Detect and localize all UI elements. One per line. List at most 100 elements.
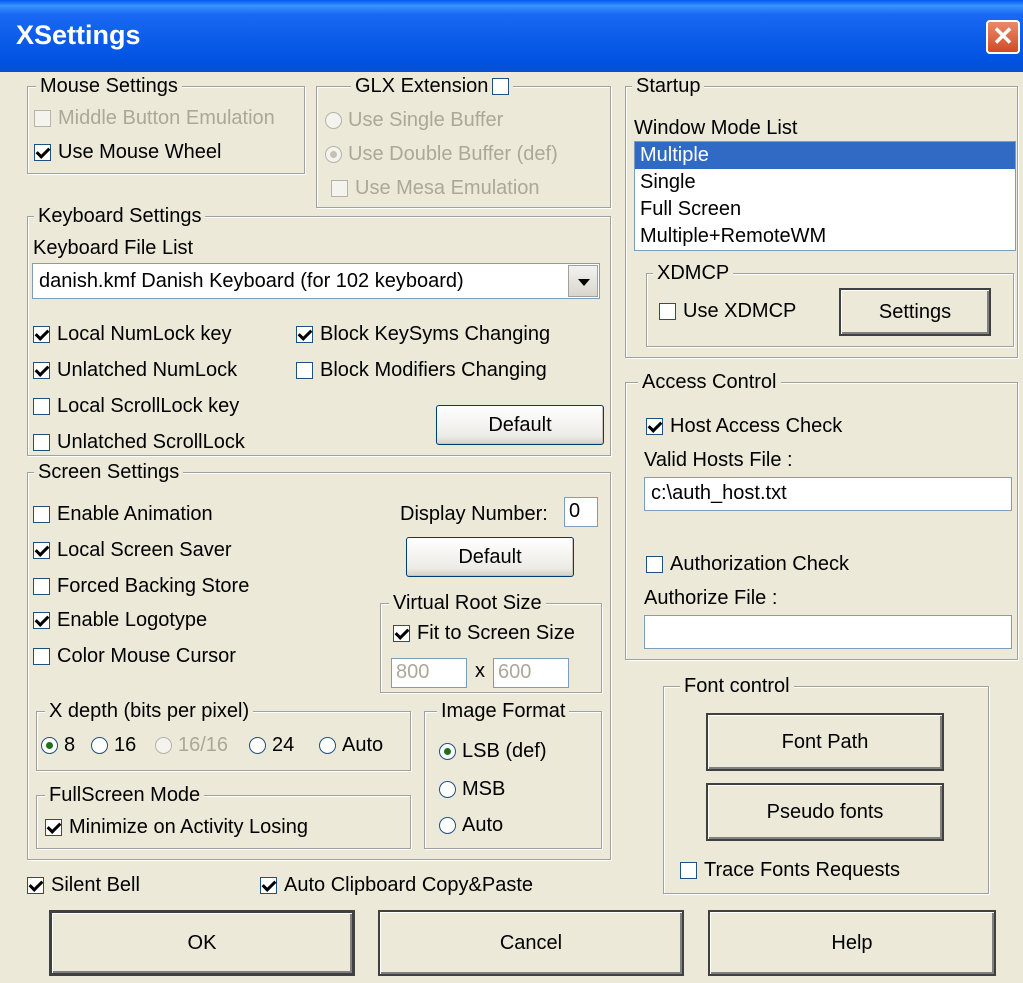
display-number-input[interactable]: 0 xyxy=(564,497,598,527)
window-mode-option[interactable]: Full Screen xyxy=(635,196,1015,223)
cancel-label: Cancel xyxy=(499,931,563,954)
color-mouse-cursor-label: Color Mouse Cursor xyxy=(57,645,236,667)
image-format-auto-radio[interactable]: Auto xyxy=(439,814,503,837)
fullscreen-mode-group: FullScreen Mode Minimize on Activity Los… xyxy=(36,784,411,849)
middle-button-emulation-label: Middle Button Emulation xyxy=(58,107,275,129)
silent-bell-checkbox[interactable]: Silent Bell xyxy=(27,874,140,897)
virtual-root-height-input[interactable]: 600 xyxy=(493,658,569,688)
checkbox-box xyxy=(33,578,50,595)
keyboard-file-selected: danish.kmf Danish Keyboard (for 102 keyb… xyxy=(39,270,464,292)
title-bar[interactable]: XSettings ✕ xyxy=(0,0,1023,72)
x-depth-1616-label: 16/16 xyxy=(178,734,229,756)
window-title: XSettings xyxy=(16,20,141,50)
window-mode-option[interactable]: Multiple xyxy=(635,142,1015,169)
color-mouse-cursor-checkbox[interactable]: Color Mouse Cursor xyxy=(33,645,236,668)
virtual-root-width-input[interactable]: 800 xyxy=(391,658,467,688)
close-icon[interactable]: ✕ xyxy=(986,20,1020,54)
checkbox-box xyxy=(33,398,50,415)
checkbox-box xyxy=(646,418,663,435)
glx-extension-title: GLX Extension xyxy=(351,75,514,98)
local-screen-saver-label: Local Screen Saver xyxy=(57,539,232,561)
window-mode-option[interactable]: Multiple+RemoteWM xyxy=(635,223,1015,250)
use-single-buffer-label: Use Single Buffer xyxy=(348,109,504,131)
radio-dot xyxy=(249,737,266,754)
keyboard-default-button[interactable]: Default xyxy=(436,405,604,445)
keyboard-default-label: Default xyxy=(488,413,552,436)
x-depth-16-radio[interactable]: 16 xyxy=(91,734,136,757)
fit-to-screen-checkbox[interactable]: Fit to Screen Size xyxy=(393,622,575,645)
block-keysyms-checkbox[interactable]: Block KeySyms Changing xyxy=(296,323,550,346)
x-depth-8-radio[interactable]: 8 xyxy=(41,734,75,757)
virtual-root-size-group: Virtual Root Size Fit to Screen Size 800… xyxy=(380,592,602,693)
keyboard-file-combobox[interactable]: danish.kmf Danish Keyboard (for 102 keyb… xyxy=(32,263,600,299)
checkbox-box xyxy=(33,362,50,379)
use-double-buffer-radio[interactable]: Use Double Buffer (def) xyxy=(325,143,558,166)
checkbox-box xyxy=(331,180,348,197)
trace-fonts-requests-checkbox[interactable]: Trace Fonts Requests xyxy=(680,859,900,882)
image-format-group: Image Format LSB (def) MSB Auto xyxy=(424,700,602,849)
use-single-buffer-radio[interactable]: Use Single Buffer xyxy=(325,109,503,132)
virtual-root-size-title: Virtual Root Size xyxy=(389,592,546,615)
enable-logotype-checkbox[interactable]: Enable Logotype xyxy=(33,609,207,632)
xdmcp-group: XDMCP Use XDMCP Settings xyxy=(646,262,1014,347)
use-mouse-wheel-checkbox[interactable]: Use Mouse Wheel xyxy=(34,141,221,164)
x-depth-16-label: 16 xyxy=(114,734,137,756)
image-format-lsb-radio[interactable]: LSB (def) xyxy=(439,740,546,763)
glx-extension-label: GLX Extension xyxy=(355,75,489,97)
radio-dot xyxy=(439,781,456,798)
window-mode-listbox[interactable]: Multiple Single Full Screen Multiple+Rem… xyxy=(634,141,1016,251)
checkbox-box xyxy=(260,877,277,894)
checkbox-box xyxy=(296,326,313,343)
use-mesa-emulation-label: Use Mesa Emulation xyxy=(355,177,540,199)
help-button[interactable]: Help xyxy=(708,910,996,976)
use-xdmcp-checkbox[interactable]: Use XDMCP xyxy=(659,300,796,323)
cancel-button[interactable]: Cancel xyxy=(378,910,684,976)
screen-default-button[interactable]: Default xyxy=(406,537,574,577)
minimize-on-activity-losing-checkbox[interactable]: Minimize on Activity Losing xyxy=(45,816,308,839)
glx-extension-checkbox[interactable] xyxy=(492,78,510,95)
keyboard-settings-group: Keyboard Settings Keyboard File List dan… xyxy=(27,205,611,456)
font-path-button[interactable]: Font Path xyxy=(706,713,944,771)
authorization-check-checkbox[interactable]: Authorization Check xyxy=(646,553,849,576)
authorize-file-label: Authorize File : xyxy=(644,587,778,609)
pseudo-fonts-button[interactable]: Pseudo fonts xyxy=(706,783,944,841)
unlatched-scrolllock-checkbox[interactable]: Unlatched ScrollLock xyxy=(33,431,245,454)
valid-hosts-input[interactable]: c:\auth_host.txt xyxy=(644,477,1012,511)
forced-backing-store-checkbox[interactable]: Forced Backing Store xyxy=(33,575,249,598)
use-mesa-emulation-checkbox[interactable]: Use Mesa Emulation xyxy=(331,177,540,200)
checkbox-box xyxy=(33,506,50,523)
ok-label: OK xyxy=(187,931,217,954)
unlatched-numlock-checkbox[interactable]: Unlatched NumLock xyxy=(33,359,237,382)
middle-button-emulation-checkbox[interactable]: Middle Button Emulation xyxy=(34,107,275,130)
use-double-buffer-label: Use Double Buffer (def) xyxy=(348,143,558,165)
chevron-down-icon[interactable] xyxy=(568,265,598,297)
radio-dot xyxy=(325,112,342,129)
radio-dot xyxy=(439,743,456,760)
use-mouse-wheel-label: Use Mouse Wheel xyxy=(58,141,222,163)
enable-animation-checkbox[interactable]: Enable Animation xyxy=(33,503,213,526)
radio-dot xyxy=(439,817,456,834)
local-screen-saver-checkbox[interactable]: Local Screen Saver xyxy=(33,539,232,562)
image-format-msb-radio[interactable]: MSB xyxy=(439,778,505,801)
ok-button[interactable]: OK xyxy=(49,910,355,976)
block-modifiers-checkbox[interactable]: Block Modifiers Changing xyxy=(296,359,547,382)
x-depth-24-radio[interactable]: 24 xyxy=(249,734,294,757)
window-mode-option[interactable]: Single xyxy=(635,169,1015,196)
checkbox-box xyxy=(45,819,62,836)
x-depth-1616-radio[interactable]: 16/16 xyxy=(155,734,228,757)
radio-dot xyxy=(155,737,172,754)
x-depth-auto-radio[interactable]: Auto xyxy=(319,734,383,757)
radio-dot xyxy=(91,737,108,754)
x-depth-24-label: 24 xyxy=(272,734,295,756)
display-number-label: Display Number: xyxy=(400,503,548,525)
mouse-settings-title: Mouse Settings xyxy=(36,75,182,98)
auto-clipboard-label: Auto Clipboard Copy&Paste xyxy=(284,874,534,896)
xdmcp-settings-button[interactable]: Settings xyxy=(839,288,991,336)
local-scrolllock-checkbox[interactable]: Local ScrollLock key xyxy=(33,395,239,418)
local-numlock-checkbox[interactable]: Local NumLock key xyxy=(33,323,232,346)
authorize-file-input[interactable] xyxy=(644,615,1012,649)
host-access-check-checkbox[interactable]: Host Access Check xyxy=(646,415,842,438)
checkbox-box xyxy=(34,110,51,127)
auto-clipboard-checkbox[interactable]: Auto Clipboard Copy&Paste xyxy=(260,874,533,897)
radio-dot xyxy=(325,146,342,163)
